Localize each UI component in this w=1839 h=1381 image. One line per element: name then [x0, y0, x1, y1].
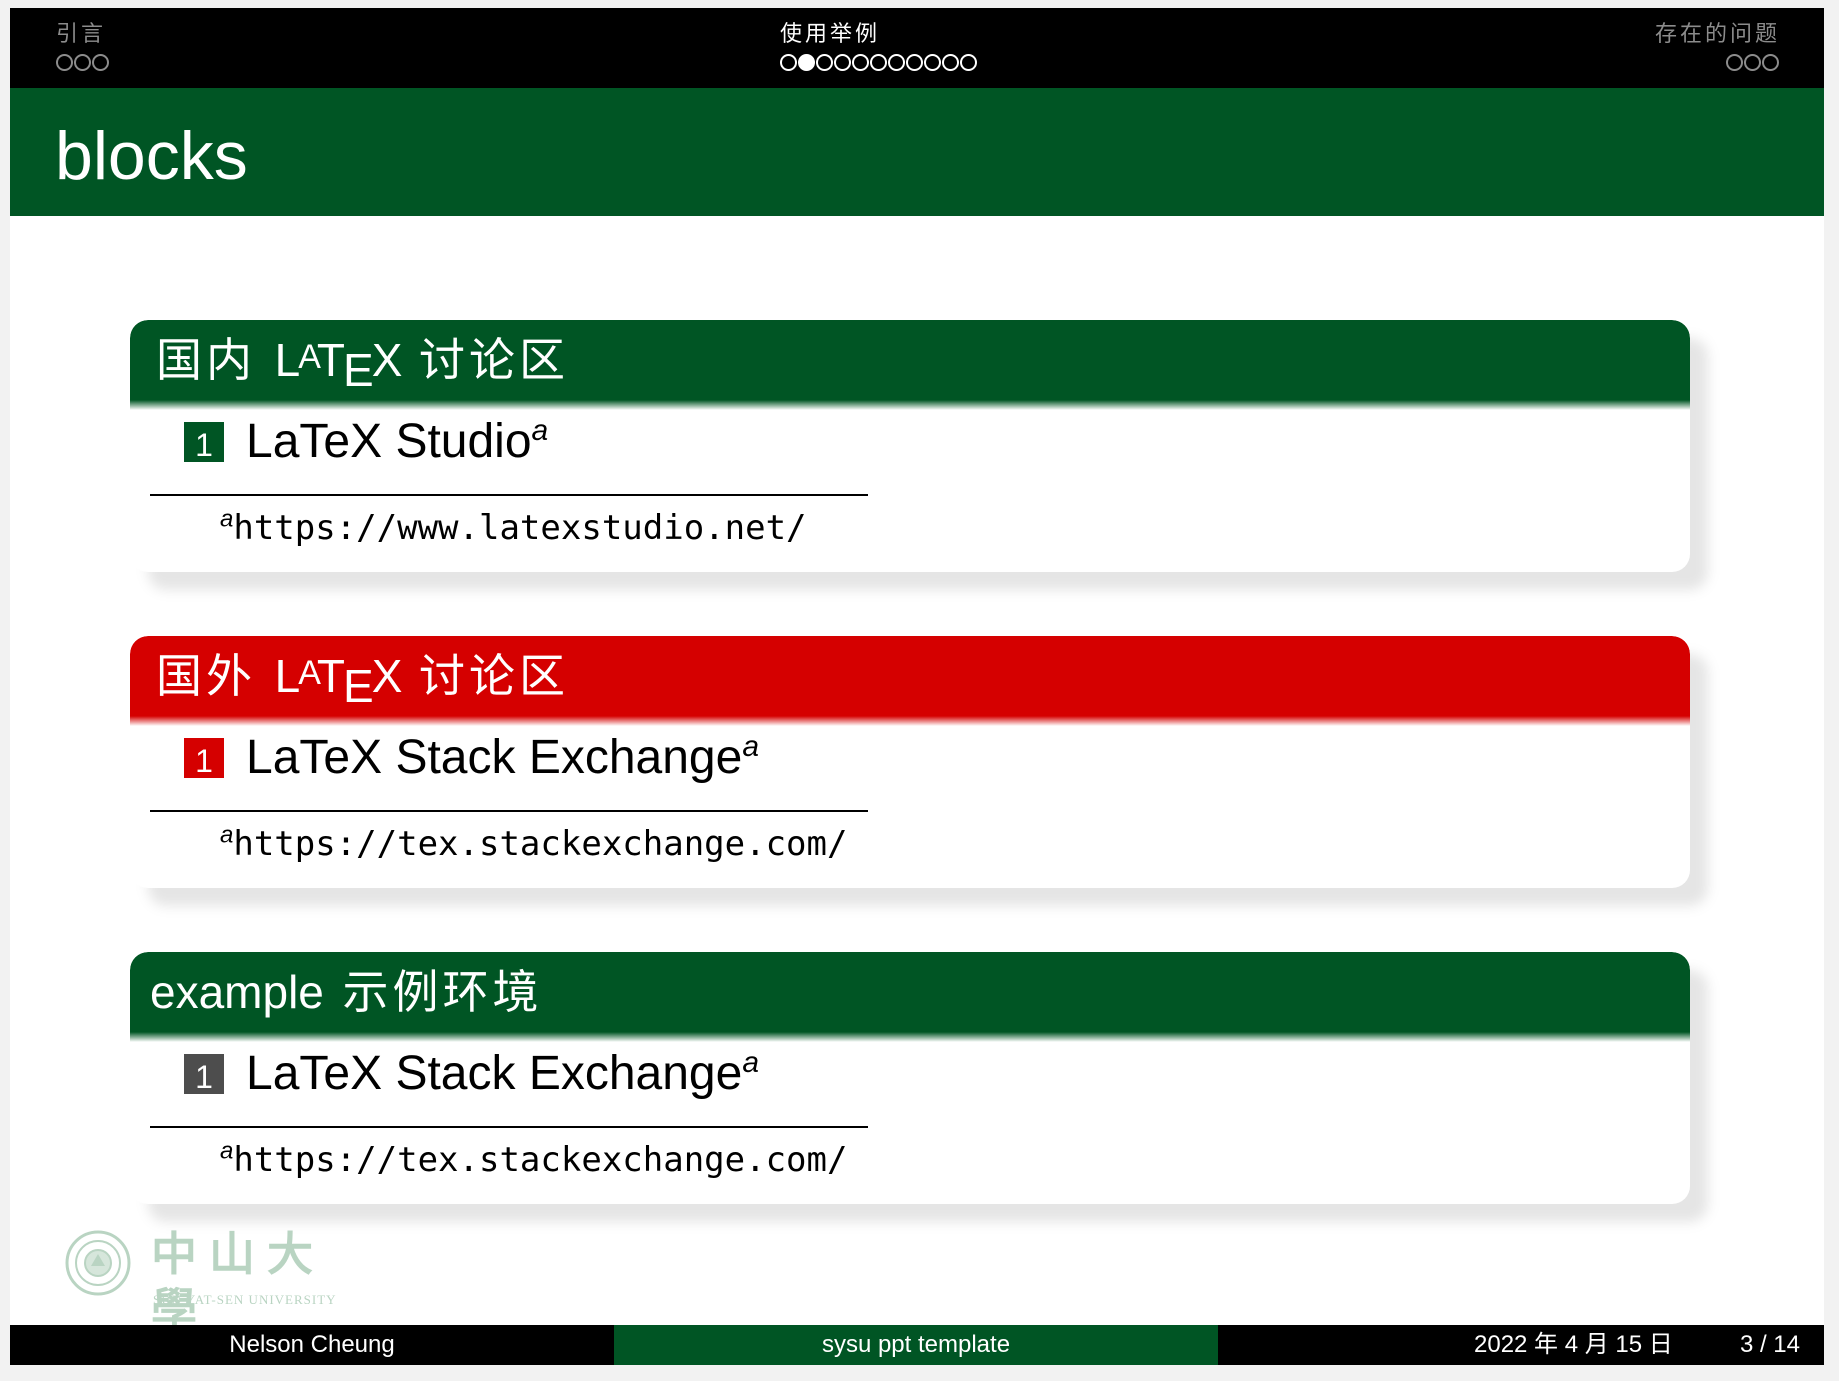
- enumerate-number-badge: 1: [184, 738, 224, 779]
- nav-slide-dots: [780, 54, 978, 72]
- footnote-url[interactable]: https://www.latexstudio.net/: [233, 508, 806, 548]
- footnote-mark: a: [220, 505, 234, 533]
- enumerate-item: 1 LaTeX Stack Exchangea: [184, 732, 759, 784]
- block-title-suffix: 讨论区: [419, 333, 570, 387]
- nav-dot[interactable]: [870, 54, 887, 72]
- footnote-mark[interactable]: a: [742, 730, 759, 763]
- footnote-rule: [150, 1126, 868, 1128]
- nav-dot-current[interactable]: [798, 54, 815, 72]
- footnote: ahttps://tex.stackexchange.com/: [220, 822, 847, 866]
- latex-logo: LATEX: [274, 650, 403, 712]
- footer-bar: Nelson Cheung sysu ppt template 2022 年 4…: [10, 1325, 1824, 1365]
- nav-dot[interactable]: [1762, 54, 1779, 72]
- nav-dot[interactable]: [1744, 54, 1761, 72]
- block-title: 国外 LATEX 讨论区: [156, 649, 570, 712]
- slide: 引言 使用举例 存在的问题 blocks 国内 LATEX 讨论区 1 LaTeX…: [10, 8, 1824, 1365]
- latex-logo: LATEX: [274, 334, 403, 396]
- nav-dot[interactable]: [906, 54, 923, 72]
- item-label: LaTeX Studio: [246, 415, 532, 468]
- block-title-chinese: 示例环境: [342, 965, 543, 1019]
- section-navigation-bar: 引言 使用举例 存在的问题: [10, 8, 1824, 88]
- university-logo: 中山大學 SUN YAT-SEN UNIVERSITY: [65, 1227, 365, 1337]
- block-title: 国内 LATEX 讨论区: [156, 333, 570, 396]
- nav-slide-dots: [56, 54, 110, 72]
- nav-section-examples[interactable]: 使用举例: [780, 22, 978, 72]
- block-domestic-forums: 国内 LATEX 讨论区 1 LaTeX Studioa ahttps://www…: [130, 320, 1708, 590]
- nav-section-issues[interactable]: 存在的问题: [1655, 22, 1780, 72]
- block-title-prefix: 国外: [156, 649, 256, 703]
- nav-dot[interactable]: [924, 54, 941, 72]
- item-label: LaTeX Stack Exchange: [246, 731, 743, 784]
- block-foreign-forums: 国外 LATEX 讨论区 1 LaTeX Stack Exchangea ahtt…: [130, 636, 1708, 906]
- block-body: 国内 LATEX 讨论区 1 LaTeX Studioa ahttps://www…: [130, 320, 1690, 572]
- block-title-prefix: 国内: [156, 333, 256, 387]
- nav-dot[interactable]: [1726, 54, 1743, 72]
- nav-section-intro[interactable]: 引言: [56, 22, 110, 72]
- enumerate-number-badge: 1: [184, 422, 224, 463]
- nav-dot[interactable]: [74, 54, 91, 72]
- item-label: LaTeX Stack Exchange: [246, 1047, 743, 1100]
- item-text: LaTeX Studioa: [246, 416, 548, 468]
- footer-author: Nelson Cheung: [10, 1325, 614, 1365]
- nav-dot[interactable]: [56, 54, 73, 72]
- nav-section-label[interactable]: 存在的问题: [1655, 22, 1780, 48]
- frame-title-bar: blocks: [10, 88, 1824, 216]
- enumerate-number-badge: 1: [184, 1054, 224, 1095]
- block-body: example 示例环境 1 LaTeX Stack Exchangea ahtt…: [130, 952, 1690, 1204]
- block-title-suffix: 讨论区: [419, 649, 570, 703]
- footer-title: sysu ppt template: [614, 1325, 1218, 1365]
- nav-dot[interactable]: [92, 54, 109, 72]
- nav-section-label[interactable]: 使用举例: [780, 22, 978, 48]
- university-name-en: SUN YAT-SEN UNIVERSITY: [153, 1292, 337, 1307]
- footnote-url[interactable]: https://tex.stackexchange.com/: [233, 824, 847, 864]
- item-text: LaTeX Stack Exchangea: [246, 732, 759, 784]
- nav-dot[interactable]: [888, 54, 905, 72]
- footer-date-page: 2022 年 4 月 15 日 3 / 14: [1218, 1325, 1824, 1365]
- nav-section-label[interactable]: 引言: [56, 22, 110, 48]
- block-example: example 示例环境 1 LaTeX Stack Exchangea ahtt…: [130, 952, 1708, 1222]
- footnote-rule: [150, 810, 868, 812]
- block-body: 国外 LATEX 讨论区 1 LaTeX Stack Exchangea ahtt…: [130, 636, 1690, 888]
- nav-dot[interactable]: [834, 54, 851, 72]
- frame-title: blocks: [55, 118, 248, 194]
- footer-page-number: 3 / 14: [1739, 1331, 1800, 1358]
- footnote: ahttps://tex.stackexchange.com/: [220, 1138, 847, 1182]
- footnote-mark: a: [220, 821, 234, 849]
- block-title-english: example: [150, 966, 324, 1018]
- nav-slide-dots: [1726, 54, 1780, 72]
- university-seal-icon: [65, 1230, 131, 1296]
- footer-date: 2022 年 4 月 15 日: [1474, 1331, 1673, 1358]
- nav-dot[interactable]: [852, 54, 869, 72]
- footnote-mark[interactable]: a: [742, 1046, 759, 1079]
- footnote-url[interactable]: https://tex.stackexchange.com/: [233, 1140, 847, 1180]
- footnote-mark: a: [220, 1137, 234, 1165]
- footnote-rule: [150, 494, 868, 496]
- enumerate-item: 1 LaTeX Stack Exchangea: [184, 1048, 759, 1100]
- nav-dot[interactable]: [816, 54, 833, 72]
- nav-dot[interactable]: [780, 54, 797, 72]
- block-title: example 示例环境: [150, 966, 543, 1018]
- enumerate-item: 1 LaTeX Studioa: [184, 416, 548, 468]
- nav-dot[interactable]: [960, 54, 977, 72]
- footnote: ahttps://www.latexstudio.net/: [220, 506, 807, 550]
- footnote-mark[interactable]: a: [532, 414, 549, 447]
- university-name-cn: 中山大學: [151, 1227, 325, 1337]
- item-text: LaTeX Stack Exchangea: [246, 1048, 759, 1100]
- nav-dot[interactable]: [942, 54, 959, 72]
